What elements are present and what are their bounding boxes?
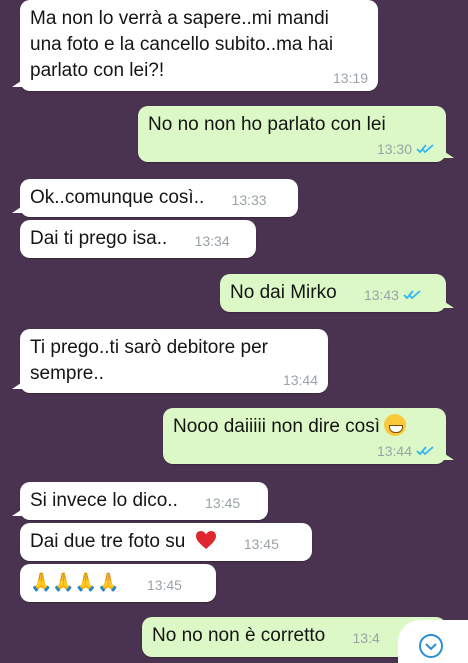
message-text: Ma non lo verrà a sapere..mi mandi una f…	[30, 8, 334, 81]
outgoing-message[interactable]: Nooo daiiiii non dire così 13:44	[163, 408, 454, 464]
incoming-message[interactable]: Ma non lo verrà a sapere..mi mandi una f…	[12, 0, 378, 91]
message-text: Ok..comunque così..	[30, 187, 205, 208]
incoming-message[interactable]: 🙏🙏🙏🙏 13:45	[20, 564, 216, 602]
incoming-message[interactable]: Dai due tre foto su 13:45	[20, 523, 312, 561]
message-time: 13:19	[332, 70, 368, 86]
message-text: Ti prego..ti sarò debitore per sempre..	[30, 337, 268, 384]
message-time: 13:43	[363, 287, 399, 303]
message-text: 🙏🙏🙏🙏	[30, 572, 120, 593]
message-text: Dai due tre foto su	[30, 531, 186, 552]
message-time: 13:45	[146, 577, 182, 593]
message-time: 13:30	[376, 141, 412, 157]
outgoing-message[interactable]: No dai Mirko 13:43	[220, 274, 454, 312]
message-text: Si invece lo dico..	[30, 490, 178, 511]
message-time: 13:33	[231, 192, 267, 208]
message-text: Dai ti prego isa..	[30, 228, 168, 249]
incoming-message[interactable]: Ok..comunque così.. 13:33	[12, 179, 298, 217]
incoming-message[interactable]: Si invece lo dico.. 13:45	[12, 482, 268, 520]
message-text: No dai Mirko	[230, 282, 337, 303]
red-heart-icon	[195, 531, 216, 549]
read-receipt-icon	[403, 290, 421, 300]
message-time: 13:44	[282, 372, 318, 388]
message-text: Nooo daiiiii non dire così	[173, 414, 436, 440]
message-time: 13:34	[194, 233, 230, 249]
message-time: 13:45	[243, 536, 279, 552]
scroll-to-bottom-button[interactable]	[398, 620, 468, 663]
message-time: 13:45	[205, 495, 241, 511]
incoming-message[interactable]: Dai ti prego isa.. 13:34	[20, 220, 256, 258]
read-receipt-icon	[416, 144, 434, 154]
grinning-face-icon	[384, 414, 407, 436]
message-time: 13:44	[376, 443, 412, 459]
chevron-down-icon	[419, 634, 443, 658]
message-meta: 13:30	[377, 141, 436, 157]
message-text: No no non è corretto	[152, 625, 326, 646]
message-time: 13:4	[352, 630, 380, 646]
message-meta: 13:44	[377, 443, 436, 459]
message-text: No no non ho parlato con lei	[148, 114, 386, 135]
read-receipt-icon	[416, 446, 434, 456]
message-meta: 13:43	[364, 287, 423, 303]
incoming-message[interactable]: Ti prego..ti sarò debitore per sempre.. …	[12, 329, 328, 393]
outgoing-message[interactable]: No no non ho parlato con lei 13:30	[138, 106, 454, 162]
